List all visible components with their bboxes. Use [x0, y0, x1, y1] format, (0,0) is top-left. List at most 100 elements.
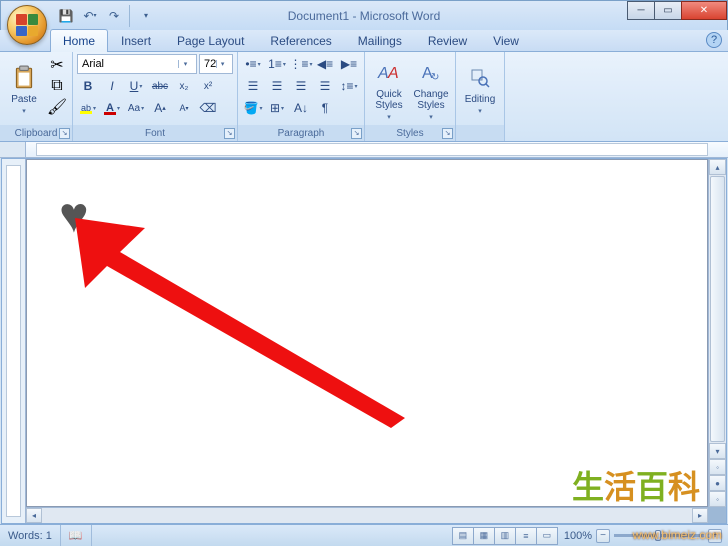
find-icon: [466, 64, 494, 92]
qat-customize[interactable]: ▾: [135, 5, 157, 27]
copy-button[interactable]: ⧉: [48, 77, 66, 95]
ruler-track[interactable]: [36, 143, 708, 156]
group-label-clipboard: Clipboard↘: [0, 125, 72, 141]
change-styles-icon: A↻: [417, 59, 445, 87]
highlight-swatch: [80, 111, 92, 114]
paste-button[interactable]: Paste ▾: [4, 54, 44, 125]
change-styles-button[interactable]: A↻ Change Styles ▾: [411, 54, 451, 125]
tab-page-layout[interactable]: Page Layout: [164, 29, 257, 51]
close-button[interactable]: ✕: [681, 1, 727, 20]
indent-icon: ▶≡: [341, 57, 357, 71]
office-button[interactable]: [7, 5, 47, 45]
align-center-button[interactable]: ☰: [266, 76, 288, 96]
tab-view[interactable]: View: [480, 29, 532, 51]
clear-formatting-button[interactable]: ⌫: [197, 98, 219, 118]
format-painter-button[interactable]: 🖌: [48, 98, 66, 116]
maximize-button[interactable]: ▭: [654, 1, 682, 20]
browse-object-button[interactable]: ●: [709, 475, 726, 491]
quick-styles-button[interactable]: AA Quick Styles ▾: [369, 54, 409, 125]
document-page[interactable]: ♥: [26, 159, 708, 507]
italic-button[interactable]: I: [101, 76, 123, 96]
editing-button[interactable]: Editing ▾: [460, 54, 500, 125]
chevron-down-icon: ▾: [387, 113, 391, 121]
minimize-button[interactable]: ─: [627, 1, 655, 20]
multilevel-button[interactable]: ⋮≡: [290, 54, 312, 74]
numbering-button[interactable]: 1≡: [266, 54, 288, 74]
group-styles: AA Quick Styles ▾ A↻ Change Styles ▾ Sty…: [365, 52, 456, 141]
subscript-button[interactable]: x₂: [173, 76, 195, 96]
horizontal-scrollbar[interactable]: ◂ ▸: [26, 507, 708, 523]
justify-button[interactable]: ☰: [314, 76, 336, 96]
chevron-down-icon: ▾: [216, 60, 228, 68]
change-case-button[interactable]: Aa: [125, 98, 147, 118]
office-logo-icon: [16, 14, 38, 36]
scroll-left-button[interactable]: ◂: [26, 508, 42, 523]
undo-button[interactable]: ↶▾: [79, 5, 101, 27]
tab-mailings[interactable]: Mailings: [345, 29, 415, 51]
tab-review[interactable]: Review: [415, 29, 480, 51]
tab-insert[interactable]: Insert: [108, 29, 164, 51]
web-layout-view[interactable]: ▥: [494, 527, 516, 545]
outline-view[interactable]: ≡: [515, 527, 537, 545]
scroll-right-button[interactable]: ▸: [692, 508, 708, 523]
scroll-down-button[interactable]: ▾: [709, 443, 726, 459]
font-size-combo[interactable]: 72▾: [199, 54, 233, 74]
help-button[interactable]: ?: [706, 32, 722, 48]
zoom-level[interactable]: 100%: [564, 530, 592, 542]
clipboard-launcher[interactable]: ↘: [59, 128, 70, 139]
align-right-button[interactable]: ☰: [290, 76, 312, 96]
underline-button[interactable]: U: [125, 76, 147, 96]
align-right-icon: ☰: [296, 79, 307, 93]
bullets-button[interactable]: •≡: [242, 54, 264, 74]
grow-font-button[interactable]: A▴: [149, 98, 171, 118]
print-layout-view[interactable]: ▤: [452, 527, 474, 545]
borders-button[interactable]: ⊞: [266, 98, 288, 118]
font-color-button[interactable]: A: [101, 98, 123, 118]
paragraph-launcher[interactable]: ↘: [351, 128, 362, 139]
styles-launcher[interactable]: ↘: [442, 128, 453, 139]
cut-button[interactable]: ✂: [48, 56, 66, 74]
strike-button[interactable]: abc: [149, 76, 171, 96]
redo-button[interactable]: ↷: [103, 5, 125, 27]
scroll-thumb[interactable]: [710, 176, 725, 442]
qat-separator: [127, 5, 133, 27]
tab-home[interactable]: Home: [50, 29, 108, 52]
sort-button[interactable]: A↓: [290, 98, 312, 118]
full-screen-view[interactable]: ▦: [473, 527, 495, 545]
status-proofing[interactable]: 📖: [61, 525, 92, 546]
increase-indent-button[interactable]: ▶≡: [338, 54, 360, 74]
eraser-icon: ⌫: [200, 101, 217, 115]
highlight-button[interactable]: ab: [77, 98, 99, 118]
tab-references[interactable]: References: [257, 29, 344, 51]
font-size-value: 72: [204, 58, 216, 70]
font-launcher[interactable]: ↘: [224, 128, 235, 139]
horizontal-ruler[interactable]: [0, 142, 728, 158]
line-spacing-button[interactable]: ↕≡: [338, 76, 360, 96]
pilcrow-icon: ¶: [322, 101, 328, 115]
group-paragraph: •≡ 1≡ ⋮≡ ◀≡ ▶≡ ☰ ☰ ☰ ☰ ↕≡ 🪣 ⊞ A↓: [238, 52, 365, 141]
ruler-corner: [0, 142, 26, 157]
show-marks-button[interactable]: ¶: [314, 98, 336, 118]
undo-icon: ↶: [83, 9, 93, 23]
font-name-combo[interactable]: Arial▾: [77, 54, 197, 74]
status-bar: Words: 1 📖 ▤ ▦ ▥ ≡ ▭ 100% − +: [0, 524, 728, 546]
prev-page-button[interactable]: ◦: [709, 459, 726, 475]
align-left-button[interactable]: ☰: [242, 76, 264, 96]
decrease-indent-button[interactable]: ◀≡: [314, 54, 336, 74]
zoom-out-button[interactable]: −: [596, 529, 610, 543]
shading-button[interactable]: 🪣: [242, 98, 264, 118]
paste-icon: [10, 64, 38, 92]
scroll-up-button[interactable]: ▴: [709, 159, 726, 175]
vertical-scrollbar[interactable]: ▴ ▾ ◦ ● ◦: [708, 159, 726, 507]
draft-view[interactable]: ▭: [536, 527, 558, 545]
next-page-button[interactable]: ◦: [709, 491, 726, 507]
superscript-button[interactable]: x²: [197, 76, 219, 96]
shrink-font-button[interactable]: A▾: [173, 98, 195, 118]
bold-button[interactable]: B: [77, 76, 99, 96]
vertical-ruler[interactable]: [2, 159, 26, 523]
quick-styles-label: Quick Styles: [371, 89, 407, 111]
quick-access-toolbar: 💾 ↶▾ ↷ ▾: [55, 5, 157, 27]
save-button[interactable]: 💾: [55, 5, 77, 27]
paste-label: Paste: [11, 94, 37, 105]
status-words[interactable]: Words: 1: [0, 525, 61, 546]
